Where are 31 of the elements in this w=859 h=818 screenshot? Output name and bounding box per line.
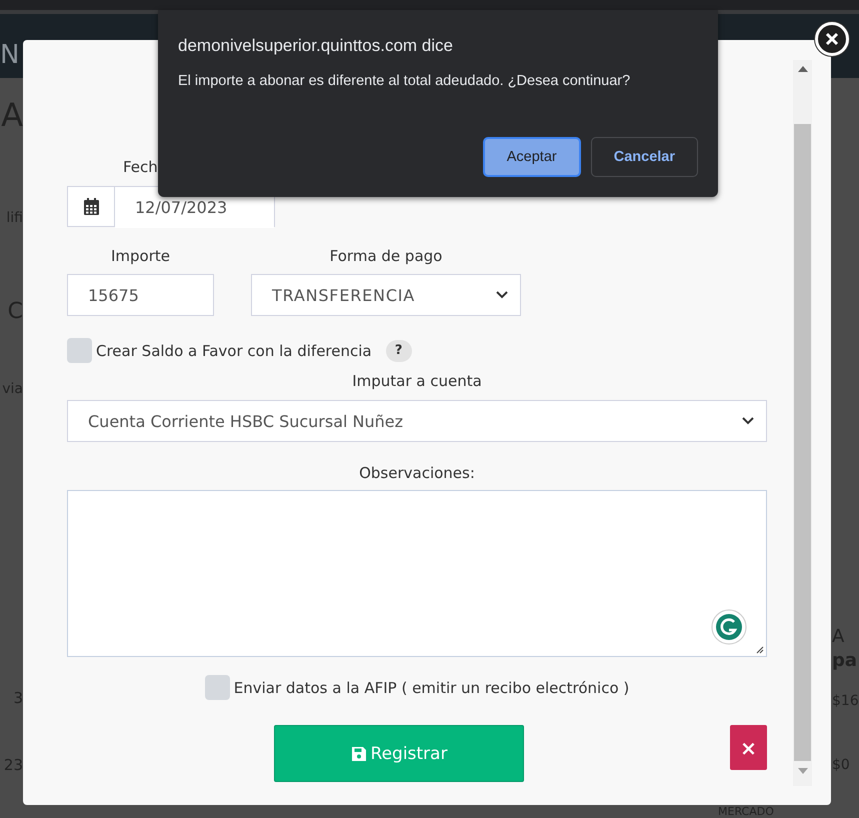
dialog-title: demonivelsuperior.quinttos.com dice <box>178 36 454 56</box>
dialog-button[interactable]: Aceptar <box>482 137 581 177</box>
amount-field[interactable]: 15675 <box>67 274 214 316</box>
cancel-button[interactable]: × <box>730 725 767 770</box>
checkbox-label: Enviar datos a la AFIP ( emitir un recibo electrónico ) <box>234 678 630 696</box>
dialog-message: El importe a abonar es diferente al total adeudado. ¿Desea continuar? <box>178 73 632 89</box>
grammar-icon[interactable] <box>711 609 747 645</box>
chevron-down-icon <box>496 291 508 299</box>
dialog-button[interactable]: Cancelar <box>590 137 698 177</box>
close-icon <box>825 32 839 46</box>
field-label: Forma de pago <box>330 247 442 265</box>
scrollbar[interactable] <box>793 60 812 786</box>
help-badge[interactable]: ? <box>386 340 412 362</box>
field-label: Importe <box>110 247 170 265</box>
field-label: Fech <box>123 158 159 176</box>
resize-grip-icon[interactable] <box>755 645 764 654</box>
navbar-title: N <box>0 40 20 70</box>
calendar-icon <box>84 198 98 215</box>
field-label: Imputar a cuenta <box>352 372 482 390</box>
scroll-up-icon[interactable] <box>798 66 808 72</box>
checkbox-label: Crear Saldo a Favor con la diferencia <box>96 342 372 360</box>
chevron-down-icon <box>742 417 754 425</box>
save-icon <box>350 746 367 762</box>
field-label: Observaciones: <box>359 464 475 482</box>
scrollbar-thumb[interactable] <box>794 124 811 761</box>
scroll-down-icon[interactable] <box>798 768 808 774</box>
notes-field[interactable] <box>67 490 767 657</box>
account-select[interactable]: Cuenta Corriente HSBC Sucursal Nuñez <box>67 400 767 442</box>
checkbox[interactable] <box>67 338 92 363</box>
payment-method-select[interactable]: TRANSFERENCIA <box>251 274 521 316</box>
checkbox[interactable] <box>204 675 230 700</box>
